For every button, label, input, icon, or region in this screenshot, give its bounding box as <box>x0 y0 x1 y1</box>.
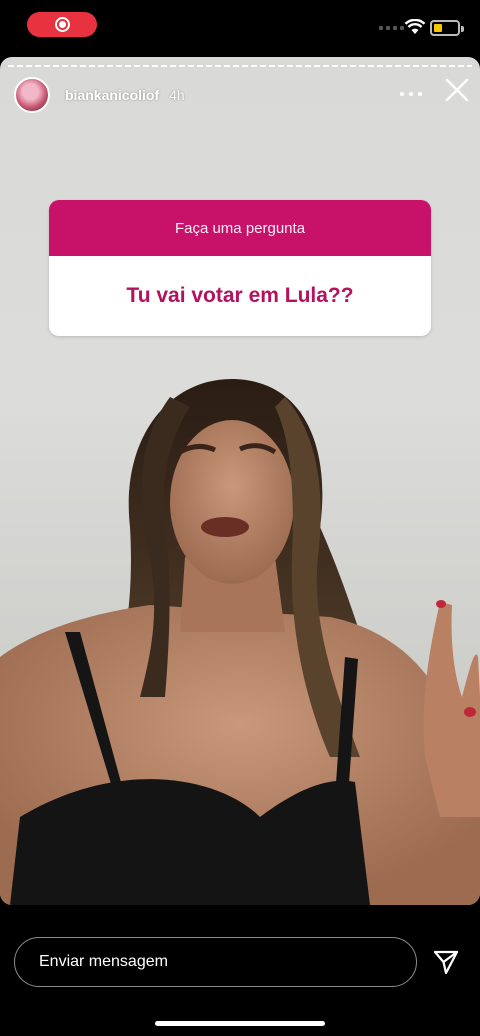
story-progress-bar <box>8 65 472 67</box>
question-sticker[interactable]: Faça uma pergunta Tu vai votar em Lula?? <box>49 200 431 336</box>
screen-record-indicator[interactable] <box>27 12 97 37</box>
story-viewer[interactable]: biankanicoliof 4h Faça uma pergunta Tu v… <box>0 57 480 905</box>
wifi-icon <box>404 19 426 34</box>
home-indicator[interactable] <box>155 1021 325 1026</box>
story-header: biankanicoliof 4h <box>14 75 474 115</box>
status-bar <box>0 0 480 52</box>
story-video-frame <box>0 378 480 905</box>
screen-record-icon <box>54 17 70 32</box>
story-timestamp: 4h <box>169 87 185 103</box>
question-sticker-text: Tu vai votar em Lula?? <box>126 284 354 307</box>
question-sticker-prompt: Faça uma pergunta <box>49 200 431 256</box>
story-username[interactable]: biankanicoliof <box>65 87 159 103</box>
more-horizontal-icon[interactable] <box>400 83 422 105</box>
send-message-input[interactable]: Enviar mensagem <box>14 937 417 987</box>
avatar[interactable] <box>14 77 50 113</box>
close-icon[interactable] <box>444 77 470 103</box>
battery-icon <box>430 20 464 36</box>
send-icon[interactable] <box>432 948 460 976</box>
cellular-signal-icon <box>379 26 404 30</box>
